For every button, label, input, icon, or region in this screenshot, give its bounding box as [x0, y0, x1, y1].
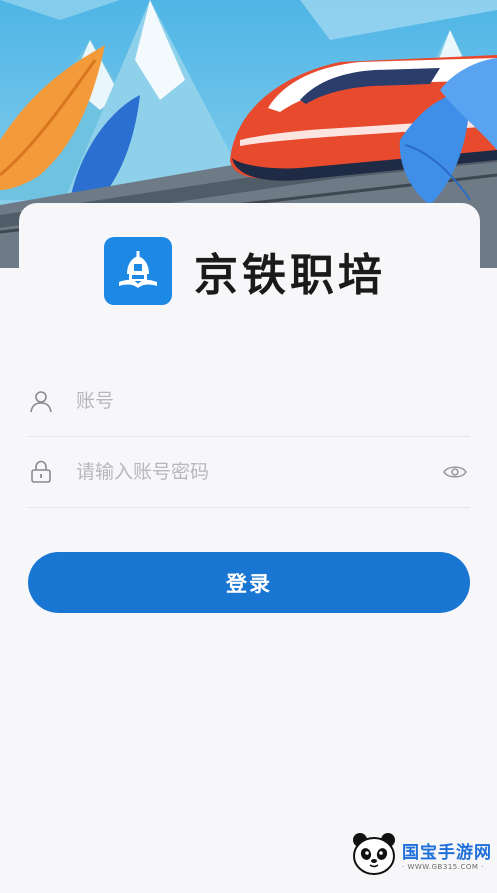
watermark-url: · WWW.GB315.COM ·	[402, 862, 484, 871]
account-input[interactable]	[74, 389, 470, 413]
panda-logo-icon	[353, 833, 395, 875]
app-title: 京铁职培	[194, 250, 386, 301]
account-field	[28, 366, 470, 437]
building-book-logo-icon	[104, 237, 172, 305]
login-button[interactable]: 登录	[28, 552, 470, 613]
login-card	[19, 203, 480, 893]
watermark-title: 国宝手游网	[402, 842, 492, 863]
user-icon	[28, 388, 54, 414]
password-field	[28, 437, 470, 508]
password-input[interactable]	[74, 460, 442, 484]
watermark: 国宝手游网 · WWW.GB315.COM ·	[350, 828, 497, 880]
lock-icon	[28, 459, 54, 485]
brand-header: 京铁职培	[104, 237, 386, 305]
eye-icon[interactable]	[442, 462, 468, 482]
